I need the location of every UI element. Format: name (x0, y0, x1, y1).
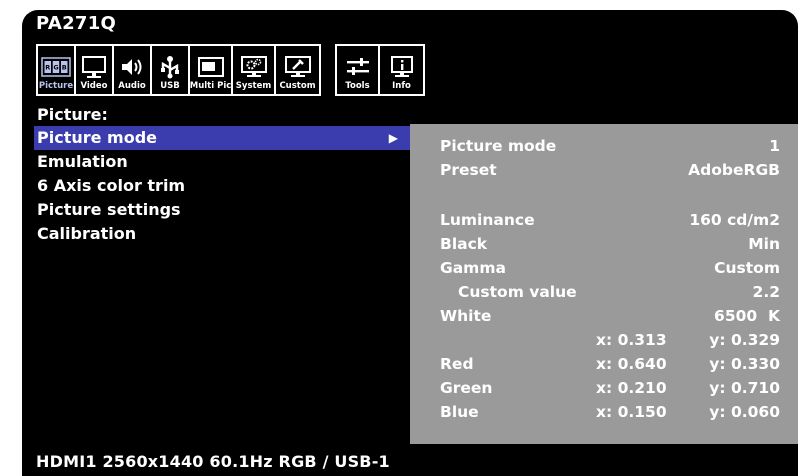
picture-icon: R G B (38, 53, 74, 81)
info-row-black: Black Min (440, 232, 780, 256)
video-icon (76, 53, 112, 81)
info-label: Gamma (440, 259, 506, 277)
info-row-picture-mode: Picture mode 1 (440, 134, 780, 158)
info-label: Picture mode (440, 137, 557, 155)
info-value: 160 cd/m2 (689, 211, 780, 229)
info-label: Black (440, 235, 488, 253)
blue-y-value: y: 0.060 (709, 403, 780, 421)
menu-item-picture-settings[interactable]: Picture settings (34, 198, 410, 222)
tools-icon (337, 53, 378, 81)
main-tab-group: R G B Picture Video Audio USB Multi Pic … (36, 44, 321, 96)
tab-system[interactable]: System (233, 46, 276, 94)
info-icon (380, 53, 423, 81)
info-label: White (440, 307, 492, 325)
tab-label: Multi Pic (189, 81, 232, 91)
info-label: Custom value (458, 283, 577, 301)
custom-icon (276, 53, 319, 81)
tab-label: System (235, 81, 272, 91)
osd-window: PA271Q R G B Picture Video Audio USB Mul… (22, 10, 798, 476)
tab-info[interactable]: Info (380, 46, 423, 94)
info-label: Green (440, 379, 493, 397)
tab-bar: R G B Picture Video Audio USB Multi Pic … (36, 44, 425, 96)
info-label: Red (440, 355, 474, 373)
tab-custom[interactable]: Custom (276, 46, 319, 94)
tab-label: Picture (38, 81, 74, 91)
menu-item-label: Picture mode (37, 128, 158, 147)
info-label: Luminance (440, 211, 535, 229)
info-value: Min (748, 235, 780, 253)
audio-icon (114, 53, 150, 81)
menu-item-6-axis-color-trim[interactable]: 6 Axis color trim (34, 174, 410, 198)
info-value: AdobeRGB (688, 161, 780, 179)
tab-label: Info (392, 81, 411, 91)
submenu-arrow-icon: ▶ (388, 131, 398, 145)
menu-item-emulation[interactable]: Emulation (34, 150, 410, 174)
menu-item-label: Emulation (37, 152, 128, 171)
info-label: Preset (440, 161, 497, 179)
info-panel: Picture mode 1 Preset AdobeRGB Luminance… (410, 124, 798, 444)
tab-label: Audio (118, 81, 146, 91)
menu-item-label: 6 Axis color trim (37, 176, 186, 195)
tab-label: Tools (345, 81, 370, 91)
menu-item-calibration[interactable]: Calibration (34, 222, 410, 246)
info-label: Blue (440, 403, 479, 421)
info-row-blue: Blue x: 0.150 y: 0.060 (440, 400, 780, 424)
green-y-value: y: 0.710 (709, 379, 780, 397)
info-row-custom-value: Custom value 2.2 (440, 280, 780, 304)
svg-text:G: G (53, 64, 58, 72)
white-x-value: x: 0.313 (596, 331, 667, 349)
red-y-value: y: 0.330 (709, 355, 780, 373)
menu-item-label: Calibration (37, 224, 137, 243)
section-title: Picture: (37, 105, 108, 124)
info-value: 2.2 (752, 283, 780, 301)
svg-text:R: R (45, 64, 50, 72)
multi-pic-icon (190, 53, 231, 81)
info-row-red: Red x: 0.640 y: 0.330 (440, 352, 780, 376)
usb-icon (152, 53, 188, 81)
extra-tab-group: Tools Info (335, 44, 425, 96)
menu-item-picture-mode[interactable]: Picture mode ▶ (34, 126, 410, 150)
info-row-luminance: Luminance 160 cd/m2 (440, 208, 780, 232)
model-name: PA271Q (36, 13, 117, 34)
blue-x-value: x: 0.150 (596, 403, 667, 421)
tab-audio[interactable]: Audio (114, 46, 152, 94)
svg-text:B: B (62, 64, 67, 72)
info-row-gamma: Gamma Custom (440, 256, 780, 280)
tab-tools[interactable]: Tools (337, 46, 380, 94)
info-row-white-xy: x: 0.313 y: 0.329 (440, 328, 780, 352)
picture-menu: Picture mode ▶ Emulation 6 Axis color tr… (34, 126, 410, 246)
tab-label: USB (160, 81, 180, 91)
tab-video[interactable]: Video (76, 46, 114, 94)
green-x-value: x: 0.210 (596, 379, 667, 397)
info-value: 6500 K (714, 307, 780, 325)
info-row-white: White 6500 K (440, 304, 780, 328)
tab-label: Video (80, 81, 108, 91)
info-row-green: Green x: 0.210 y: 0.710 (440, 376, 780, 400)
tab-multi-pic[interactable]: Multi Pic (190, 46, 233, 94)
white-y-value: y: 0.329 (709, 331, 780, 349)
red-x-value: x: 0.640 (596, 355, 667, 373)
info-value: 1 (769, 137, 780, 155)
info-row-preset: Preset AdobeRGB (440, 158, 780, 182)
info-value: Custom (714, 259, 780, 277)
menu-item-label: Picture settings (37, 200, 181, 219)
tab-picture[interactable]: R G B Picture (38, 46, 76, 94)
system-icon (233, 53, 274, 81)
input-status-bar: HDMI1 2560x1440 60.1Hz RGB / USB-1 (36, 452, 390, 471)
tab-usb[interactable]: USB (152, 46, 190, 94)
tab-label: Custom (279, 81, 316, 91)
